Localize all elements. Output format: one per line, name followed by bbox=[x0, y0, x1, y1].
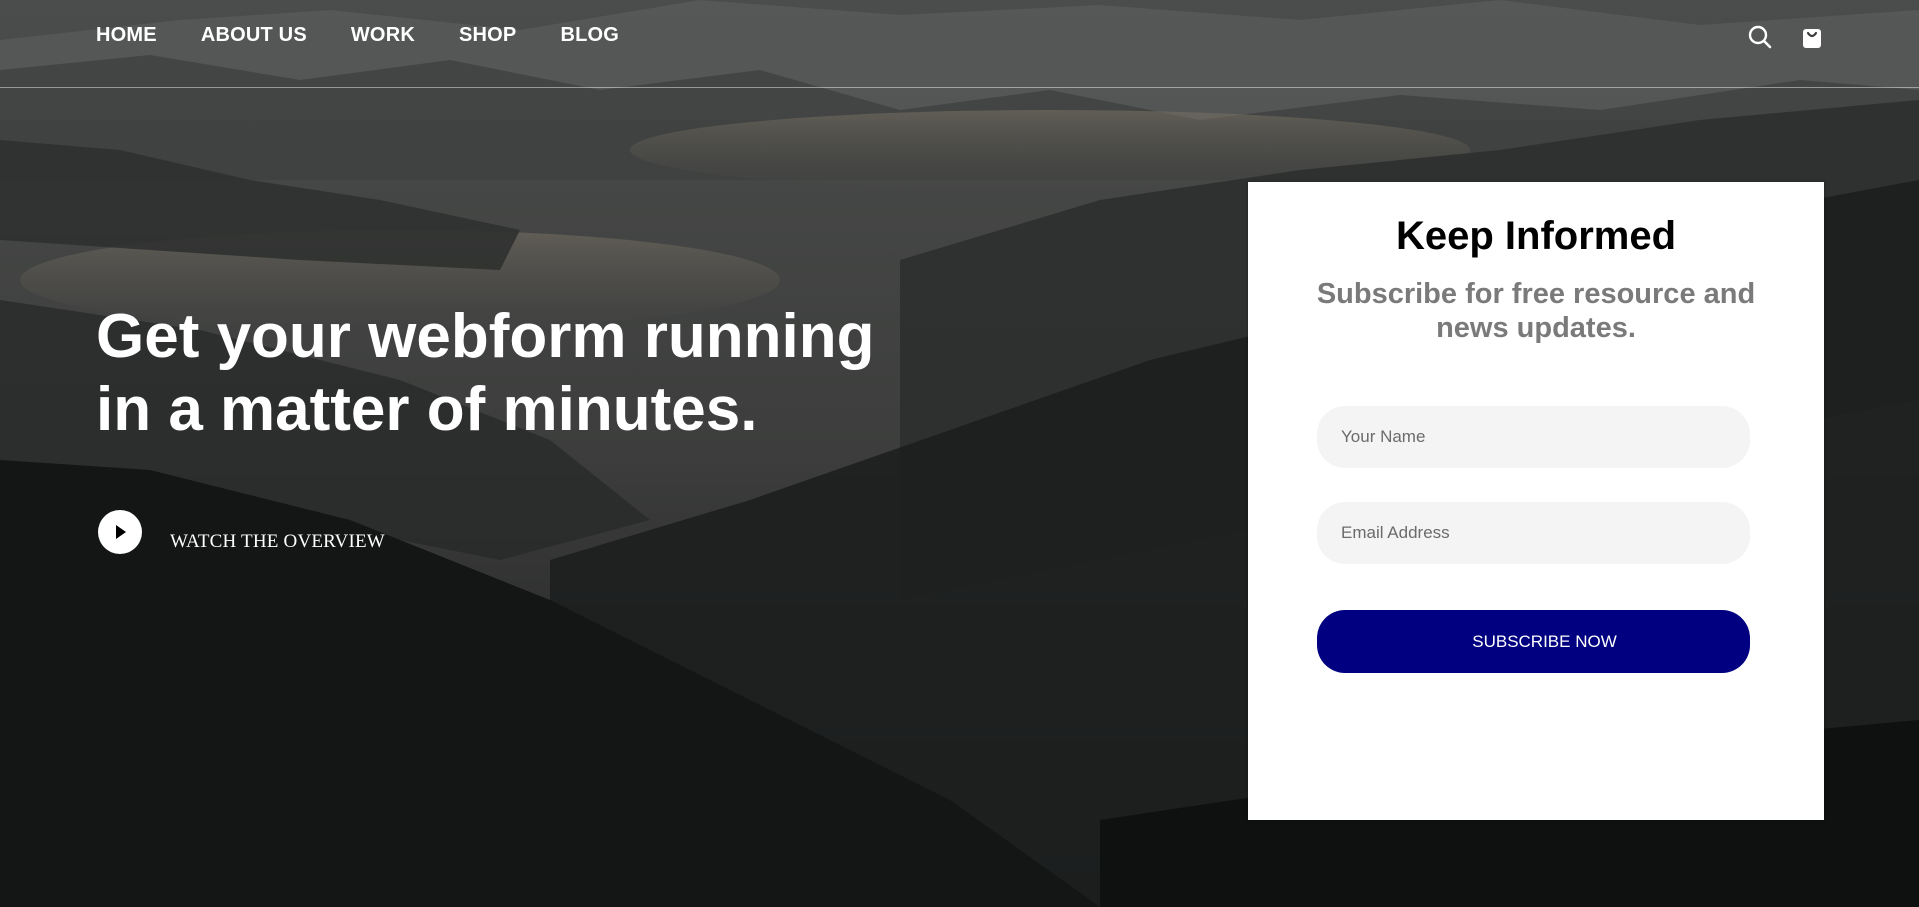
email-input[interactable] bbox=[1317, 502, 1750, 564]
hero-section: HOME ABOUT US WORK SHOP BLOG Get your we… bbox=[0, 0, 1919, 907]
name-input[interactable] bbox=[1317, 406, 1750, 468]
watch-overview-link[interactable]: WATCH THE OVERVIEW bbox=[98, 510, 385, 554]
nav-link-blog[interactable]: BLOG bbox=[560, 24, 619, 47]
hero-headline-line-2: in a matter of minutes. bbox=[96, 375, 758, 444]
subscribe-card: Keep Informed Subscribe for free resourc… bbox=[1248, 182, 1824, 820]
main-nav: HOME ABOUT US WORK SHOP BLOG bbox=[96, 24, 663, 47]
subscribe-title: Keep Informed bbox=[1395, 214, 1677, 258]
nav-icons bbox=[1747, 24, 1825, 50]
nav-link-shop[interactable]: SHOP bbox=[459, 24, 516, 47]
watch-overview-label[interactable]: WATCH THE OVERVIEW bbox=[170, 531, 385, 553]
shopping-bag-icon[interactable] bbox=[1799, 24, 1825, 50]
nav-link-about-us[interactable]: ABOUT US bbox=[201, 24, 307, 47]
nav-link-home[interactable]: HOME bbox=[96, 24, 157, 47]
hero-headline-line-1: Get your webform running bbox=[96, 302, 875, 371]
subscribe-button[interactable]: SUBSCRIBE NOW bbox=[1317, 610, 1750, 673]
play-icon bbox=[116, 525, 126, 539]
hero-headline: Get your webform running in a matter of … bbox=[96, 300, 956, 446]
play-button[interactable] bbox=[98, 510, 142, 554]
nav-link-work[interactable]: WORK bbox=[351, 24, 415, 47]
top-navbar: HOME ABOUT US WORK SHOP BLOG bbox=[0, 0, 1919, 88]
search-icon[interactable] bbox=[1747, 24, 1773, 50]
subscribe-subtitle: Subscribe for free resource and news upd… bbox=[1316, 278, 1756, 344]
